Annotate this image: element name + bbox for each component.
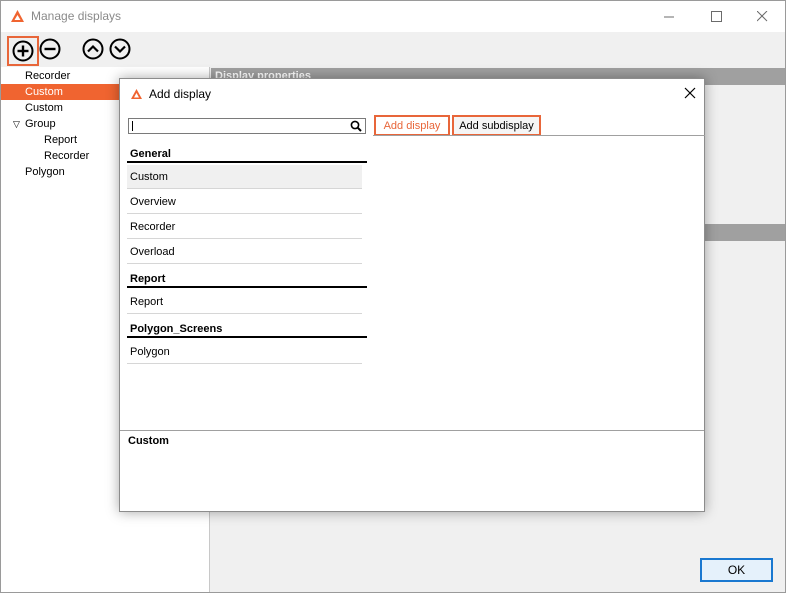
tab-add-display[interactable]: Add display (374, 115, 450, 136)
list-item-polygon[interactable]: Polygon (127, 340, 362, 364)
tree-item-label: Polygon (25, 166, 65, 178)
tree-item-label: Recorder (25, 70, 71, 82)
tree-item-label: Group (25, 118, 56, 130)
chevron-down-circle-icon (109, 38, 131, 60)
plus-circle-icon (12, 40, 34, 62)
group-title-polygon-screens: Polygon_Screens (127, 321, 367, 338)
remove-display-button[interactable] (38, 37, 62, 61)
search-input[interactable] (131, 119, 345, 133)
minimize-icon (663, 16, 674, 18)
add-display-button[interactable] (7, 36, 39, 66)
text-caret (132, 121, 133, 131)
chevron-up-circle-icon (82, 38, 104, 60)
add-display-dialog: Add display General Custom Overview Reco… (119, 78, 705, 512)
window-title: Manage displays (31, 9, 122, 23)
maximize-button[interactable] (693, 1, 739, 32)
group-title-report: Report (127, 271, 367, 288)
tree-item-label: Custom (25, 86, 63, 98)
minimize-button[interactable] (646, 1, 692, 32)
app-logo-icon (131, 89, 142, 99)
description-divider (120, 430, 704, 431)
ok-button[interactable]: OK (700, 558, 773, 582)
list-item-recorder[interactable]: Recorder (127, 215, 362, 239)
title-bar: Manage displays (1, 1, 785, 32)
expand-toggle-icon[interactable]: ▽ (13, 116, 20, 132)
toolbar (1, 32, 785, 66)
tree-item-label: Custom (25, 102, 63, 114)
dialog-title: Add display (149, 87, 212, 101)
tab-divider (373, 135, 705, 136)
search-box[interactable] (128, 118, 366, 134)
move-down-button[interactable] (108, 37, 132, 61)
list-item-report[interactable]: Report (127, 290, 362, 314)
description-title: Custom (128, 435, 169, 447)
tree-item-label: Report (44, 134, 78, 146)
tab-add-subdisplay[interactable]: Add subdisplay (452, 115, 541, 136)
list-item-overview[interactable]: Overview (127, 190, 362, 214)
close-icon (684, 87, 696, 99)
list-item-overload[interactable]: Overload (127, 240, 362, 264)
close-window-button[interactable] (739, 1, 785, 32)
group-title-general: General (127, 146, 367, 163)
search-icon[interactable] (350, 120, 362, 132)
minus-circle-icon (39, 38, 61, 60)
app-logo-icon (11, 10, 24, 22)
close-dialog-button[interactable] (681, 84, 699, 102)
tree-item-label: Recorder (44, 150, 90, 162)
move-up-button[interactable] (81, 37, 105, 61)
list-item-custom[interactable]: Custom (127, 165, 362, 189)
close-icon (756, 11, 767, 22)
maximize-icon (710, 11, 722, 22)
